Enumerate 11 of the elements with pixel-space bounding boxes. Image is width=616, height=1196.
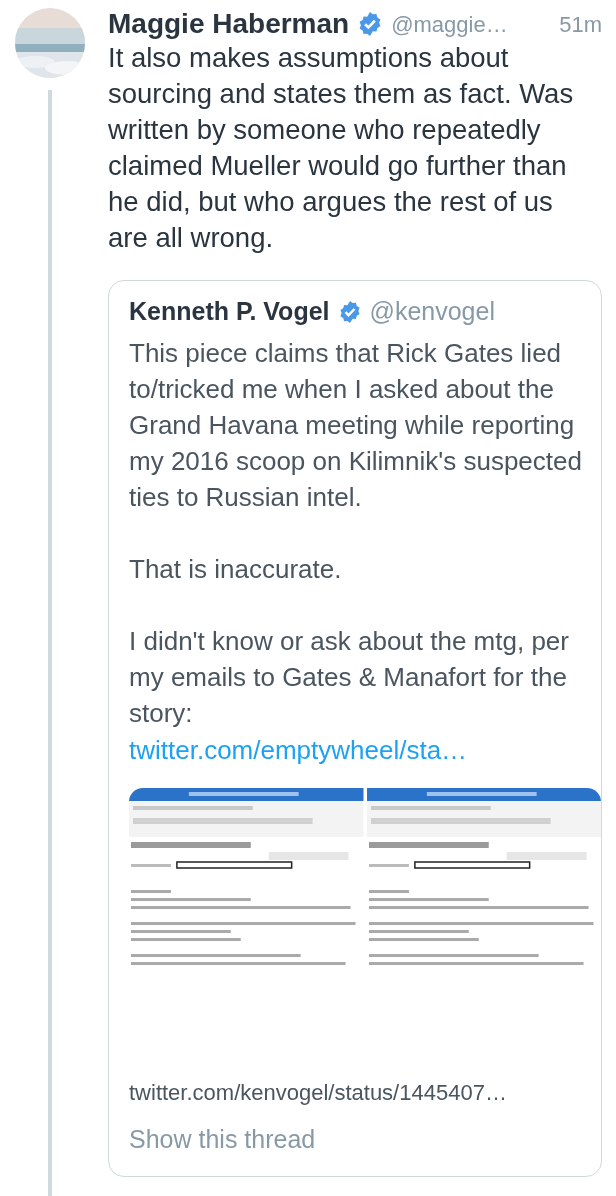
link-url[interactable]: twitter.com/kenvogel/status/1445407…	[129, 1075, 581, 1109]
quoted-tweet-card[interactable]	[108, 280, 602, 1177]
author-name: Kenneth P. Vogel	[129, 296, 330, 327]
show-thread-link[interactable]: Show this thread	[129, 1120, 601, 1176]
tweet-text: I didn't know or ask about the mtg, per my emails to Gates & Manafort for the story:	[129, 624, 570, 730]
tweet-text: This piece claims that Rick Gates lied to/tricked me when I asked about the Grand Havana meeting while reporting my 2016 scoop on Kilimnik's suspected ties to Russian intel.	[129, 336, 583, 514]
tweet-text: That is inaccurate.	[129, 552, 343, 586]
tweet-link[interactable]: twitter.com/emptywheel/sta…	[129, 730, 601, 770]
timestamp[interactable]: 51m	[559, 7, 602, 41]
author-handle[interactable]: @maggie…	[391, 7, 508, 41]
author-handle: @kenvogel	[369, 296, 495, 327]
